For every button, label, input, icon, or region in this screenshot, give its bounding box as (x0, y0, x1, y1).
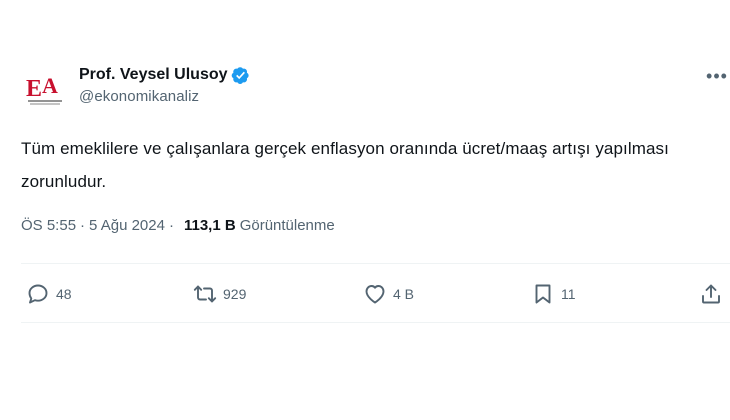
more-options-icon[interactable]: ••• (702, 66, 730, 86)
retweet-icon (193, 285, 217, 303)
bookmark-count: 11 (561, 286, 576, 302)
share-button[interactable] (699, 279, 723, 309)
bookmark-icon (535, 284, 551, 304)
views-label: Görüntülenme (239, 217, 335, 234)
divider-bottom (21, 322, 730, 323)
retweet-count: 929 (223, 286, 247, 302)
share-icon (702, 284, 720, 304)
tweet-text: Tüm emeklilere ve çalışanlara gerçek enf… (21, 139, 669, 191)
reply-button[interactable]: 48 (26, 279, 72, 309)
tweet-card: E A Prof. Veysel Ulusoy @ekonomikanaliz … (0, 0, 730, 420)
author-handle[interactable]: @ekonomikanaliz (79, 88, 250, 105)
reply-icon (28, 284, 48, 304)
divider-top (21, 263, 730, 264)
retweet-button[interactable]: 929 (193, 279, 246, 309)
like-button[interactable]: 4 B (363, 279, 414, 309)
author-info: Prof. Veysel Ulusoy @ekonomikanaliz (79, 64, 250, 105)
meta-separator: · (80, 217, 86, 234)
tweet-date[interactable]: 5 Ağu 2024 (89, 217, 165, 234)
ekonomik-analiz-logo-icon: E A (22, 66, 68, 112)
svg-text:E: E (26, 76, 42, 102)
avatar[interactable]: E A (22, 66, 68, 112)
like-count: 4 B (393, 286, 415, 302)
action-bar: 48 929 4 B 11 (0, 279, 730, 309)
tweet-meta: ÖS 5:55 · 5 Ağu 2024 · 113,1 B Görüntüle… (21, 217, 335, 234)
bookmark-button[interactable]: 11 (531, 279, 576, 309)
tweet-time[interactable]: ÖS 5:55 (21, 217, 76, 234)
reply-count: 48 (56, 286, 72, 302)
meta-separator-2: · (168, 217, 174, 234)
author-display-name[interactable]: Prof. Veysel Ulusoy (79, 66, 228, 84)
heart-icon (365, 285, 385, 304)
views-count: 113,1 B (183, 217, 236, 234)
svg-text:A: A (42, 73, 58, 98)
author-name-row: Prof. Veysel Ulusoy (79, 64, 250, 86)
verified-badge-icon[interactable] (231, 66, 250, 85)
